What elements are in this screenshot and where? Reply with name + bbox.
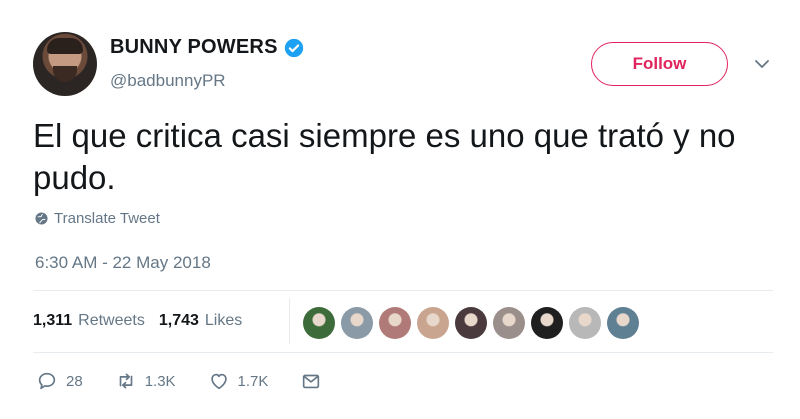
engagement-stats: 1,311 Retweets 1,743 Likes [33, 312, 250, 330]
translate-tweet-link[interactable]: Translate Tweet [35, 210, 160, 227]
tweet-actions: 28 1.3K 1.7K [36, 370, 354, 392]
globe-icon [35, 212, 48, 225]
retweets-count[interactable]: 1,311 [33, 312, 72, 330]
like-button[interactable]: 1.7K [208, 370, 269, 392]
verified-badge-icon [284, 38, 303, 57]
liker-avatar[interactable] [493, 307, 525, 339]
liker-avatar[interactable] [303, 307, 335, 339]
reply-icon [38, 372, 56, 390]
retweet-count: 1.3K [144, 372, 176, 390]
translate-label: Translate Tweet [54, 210, 160, 227]
direct-message-button[interactable] [300, 370, 322, 392]
divider [289, 298, 290, 344]
author-display-name[interactable]: BUNNY POWERS [110, 36, 278, 59]
likes-count[interactable]: 1,743 [159, 312, 199, 330]
liker-avatar[interactable] [569, 307, 601, 339]
divider [33, 352, 773, 353]
retweets-label[interactable]: Retweets [78, 312, 145, 330]
avatar-hair [47, 38, 83, 54]
reply-count: 28 [66, 372, 83, 390]
retweet-icon [119, 373, 133, 389]
liker-avatar[interactable] [607, 307, 639, 339]
liker-avatar[interactable] [341, 307, 373, 339]
liker-avatar[interactable] [531, 307, 563, 339]
envelope-icon [303, 374, 320, 389]
heart-icon [210, 373, 227, 390]
avatar[interactable] [33, 32, 97, 96]
liker-avatar[interactable] [379, 307, 411, 339]
author-handle[interactable]: @badbunnyPR [110, 71, 226, 91]
avatar-beard [53, 66, 77, 82]
tweet-card: BUNNY POWERS @badbunnyPR Follow El que c… [0, 0, 800, 419]
follow-button[interactable]: Follow [591, 42, 728, 86]
tweet-text: El que critica casi siempre es uno que t… [33, 117, 736, 196]
likes-label[interactable]: Likes [205, 312, 242, 330]
like-count: 1.7K [237, 372, 269, 390]
chevron-down-icon[interactable] [753, 57, 771, 71]
author-name-row[interactable]: BUNNY POWERS [110, 36, 304, 59]
reply-button[interactable]: 28 [36, 370, 83, 392]
tweet-timestamp[interactable]: 6:30 AM - 22 May 2018 [35, 253, 211, 273]
liker-avatar[interactable] [417, 307, 449, 339]
divider [33, 290, 773, 291]
liker-avatars [303, 307, 639, 339]
retweet-button[interactable]: 1.3K [115, 370, 176, 392]
liker-avatar[interactable] [455, 307, 487, 339]
